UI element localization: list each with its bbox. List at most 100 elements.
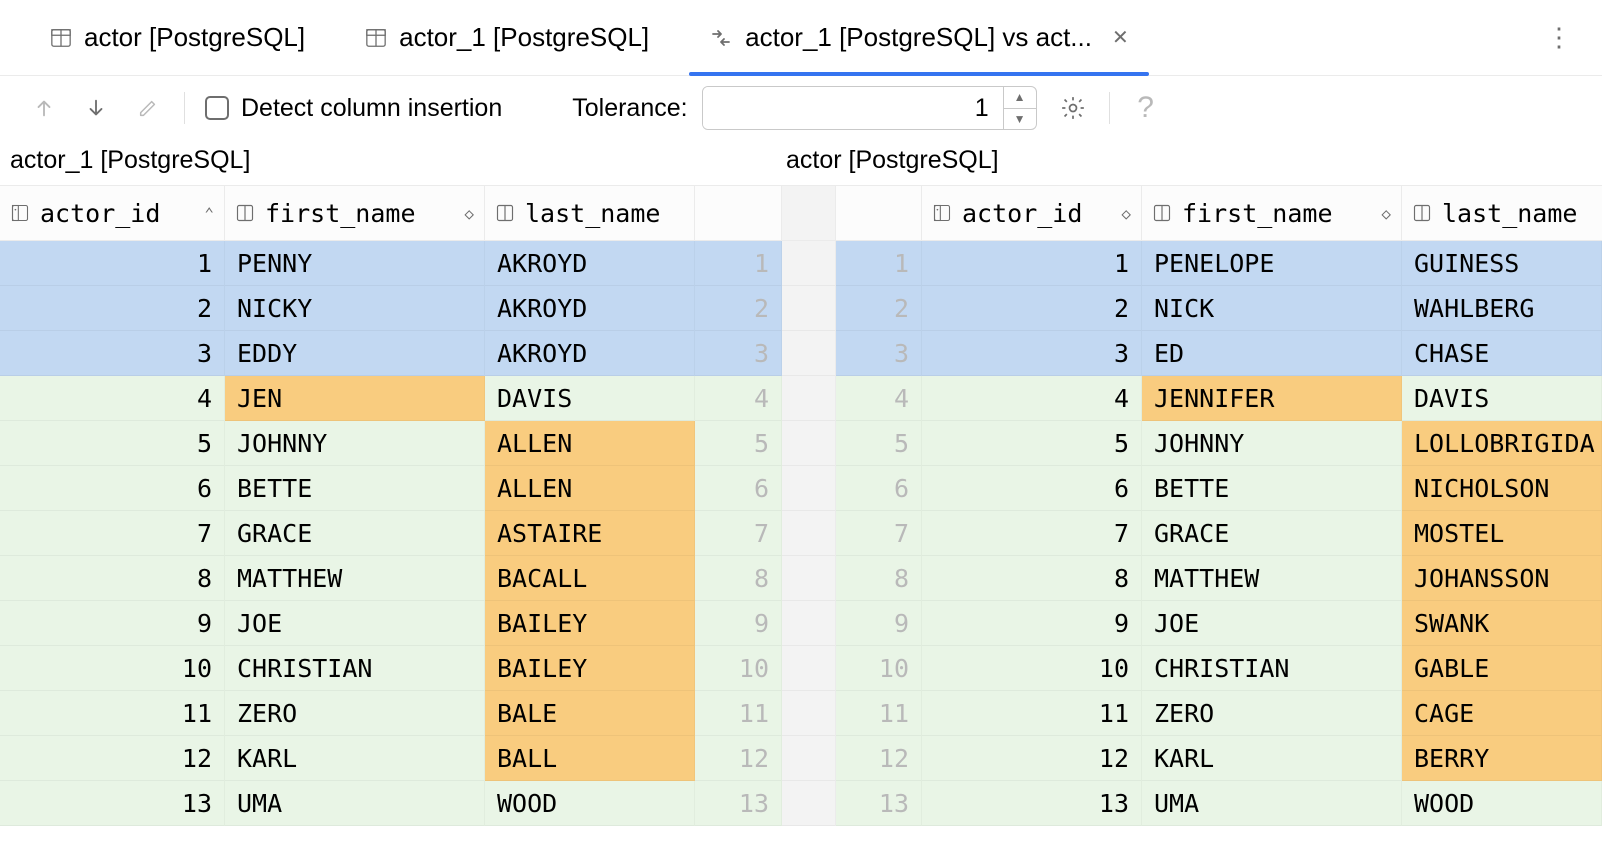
cell-last-name: GABLE bbox=[1402, 646, 1602, 691]
table-row[interactable]: 1PENNYAKROYD111PENELOPEGUINESS bbox=[0, 241, 1602, 286]
row-number-right: 7 bbox=[836, 511, 922, 556]
cell-last-name: WOOD bbox=[1402, 781, 1602, 826]
pane-splitter[interactable] bbox=[782, 736, 836, 781]
table-icon bbox=[50, 27, 72, 49]
column-header-first-name-right[interactable]: first_name ◇ bbox=[1142, 186, 1402, 240]
cell-actor-id: 10 bbox=[922, 646, 1142, 691]
column-header-first-name-left[interactable]: first_name ◇ bbox=[225, 186, 485, 240]
column-header-actor-id-right[interactable]: actor_id ◇ bbox=[922, 186, 1142, 240]
close-icon[interactable]: ✕ bbox=[1104, 25, 1129, 50]
key-column-icon bbox=[932, 203, 952, 223]
row-number-right: 5 bbox=[836, 421, 922, 466]
pane-splitter[interactable] bbox=[782, 601, 836, 646]
cell-last-name: ALLEN bbox=[485, 466, 695, 511]
column-header-actor-id-left[interactable]: actor_id ⌃ bbox=[0, 186, 225, 240]
row-number-left: 8 bbox=[695, 556, 782, 601]
cell-last-name: ALLEN bbox=[485, 421, 695, 466]
cell-first-name: CHRISTIAN bbox=[1142, 646, 1402, 691]
cell-actor-id: 4 bbox=[0, 376, 225, 421]
cell-actor-id: 11 bbox=[0, 691, 225, 736]
pencil-icon bbox=[137, 97, 159, 119]
table-row[interactable]: 2NICKYAKROYD222NICKWAHLBERG bbox=[0, 286, 1602, 331]
pane-splitter[interactable] bbox=[782, 646, 836, 691]
cell-last-name: BACALL bbox=[485, 556, 695, 601]
cell-last-name: DAVIS bbox=[485, 376, 695, 421]
column-label: last_name bbox=[525, 199, 660, 228]
row-number-left: 7 bbox=[695, 511, 782, 556]
stepper-up-button[interactable]: ▲ bbox=[1004, 87, 1036, 109]
pane-titles: actor_1 [PostgreSQL] actor [PostgreSQL] bbox=[0, 140, 1602, 185]
pane-splitter[interactable] bbox=[782, 466, 836, 511]
column-header-last-name-left[interactable]: last_name bbox=[485, 186, 695, 240]
edit-button[interactable] bbox=[132, 92, 164, 124]
pane-splitter[interactable] bbox=[782, 421, 836, 466]
gear-icon bbox=[1060, 95, 1086, 121]
column-label: actor_id bbox=[40, 199, 160, 228]
cell-last-name: ASTAIRE bbox=[485, 511, 695, 556]
tab-bar: actor [PostgreSQL] actor_1 [PostgreSQL] … bbox=[0, 0, 1602, 76]
table-row[interactable]: 6BETTEALLEN666BETTENICHOLSON bbox=[0, 466, 1602, 511]
key-column-icon bbox=[10, 203, 30, 223]
cell-actor-id: 10 bbox=[0, 646, 225, 691]
checkbox-icon bbox=[205, 96, 229, 120]
more-menu-icon[interactable]: ⋮ bbox=[1536, 22, 1582, 53]
sort-asc-icon: ⌃ bbox=[204, 204, 214, 223]
row-number-right: 11 bbox=[836, 691, 922, 736]
row-number-header-right bbox=[836, 186, 922, 240]
pane-splitter[interactable] bbox=[782, 286, 836, 331]
cell-last-name: BAILEY bbox=[485, 646, 695, 691]
pane-splitter[interactable] bbox=[782, 511, 836, 556]
cell-actor-id: 1 bbox=[0, 241, 225, 286]
settings-button[interactable] bbox=[1057, 92, 1089, 124]
row-number-left: 13 bbox=[695, 781, 782, 826]
cell-first-name: JOHNNY bbox=[1142, 421, 1402, 466]
tab-actor[interactable]: actor [PostgreSQL] bbox=[20, 0, 335, 75]
table-row[interactable]: 7GRACEASTAIRE777GRACEMOSTEL bbox=[0, 511, 1602, 556]
cell-first-name: JOE bbox=[1142, 601, 1402, 646]
row-number-left: 4 bbox=[695, 376, 782, 421]
table-row[interactable]: 3EDDYAKROYD333EDCHASE bbox=[0, 331, 1602, 376]
diff-icon bbox=[709, 26, 733, 50]
help-button[interactable]: ? bbox=[1130, 92, 1162, 124]
next-diff-button[interactable] bbox=[80, 92, 112, 124]
pane-splitter[interactable] bbox=[782, 781, 836, 826]
pane-splitter[interactable] bbox=[782, 186, 836, 240]
cell-actor-id: 8 bbox=[922, 556, 1142, 601]
cell-last-name: GUINESS bbox=[1402, 241, 1602, 286]
table-row[interactable]: 11ZEROBALE111111ZEROCAGE bbox=[0, 691, 1602, 736]
tab-actor-1[interactable]: actor_1 [PostgreSQL] bbox=[335, 0, 679, 75]
sort-icon: ◇ bbox=[1121, 204, 1131, 223]
table-row[interactable]: 13UMAWOOD131313UMAWOOD bbox=[0, 781, 1602, 826]
prev-diff-button[interactable] bbox=[28, 92, 60, 124]
row-number-right: 10 bbox=[836, 646, 922, 691]
pane-splitter[interactable] bbox=[782, 556, 836, 601]
pane-splitter[interactable] bbox=[782, 376, 836, 421]
pane-splitter[interactable] bbox=[782, 331, 836, 376]
cell-actor-id: 4 bbox=[922, 376, 1142, 421]
table-row[interactable]: 10CHRISTIANBAILEY101010CHRISTIANGABLE bbox=[0, 646, 1602, 691]
table-row[interactable]: 12KARLBALL121212KARLBERRY bbox=[0, 736, 1602, 781]
row-number-left: 5 bbox=[695, 421, 782, 466]
pane-splitter[interactable] bbox=[782, 691, 836, 736]
tab-diff[interactable]: actor_1 [PostgreSQL] vs act... ✕ bbox=[679, 0, 1159, 75]
stepper-down-button[interactable]: ▼ bbox=[1004, 109, 1036, 130]
cell-first-name: JOE bbox=[225, 601, 485, 646]
row-number-header-left bbox=[695, 186, 782, 240]
row-number-left: 6 bbox=[695, 466, 782, 511]
cell-first-name: GRACE bbox=[1142, 511, 1402, 556]
row-number-right: 4 bbox=[836, 376, 922, 421]
table-row[interactable]: 5JOHNNYALLEN555JOHNNYLOLLOBRIGIDA bbox=[0, 421, 1602, 466]
cell-first-name: NICKY bbox=[225, 286, 485, 331]
column-headers: actor_id ⌃ first_name ◇ last_name actor_… bbox=[0, 185, 1602, 241]
cell-last-name: WAHLBERG bbox=[1402, 286, 1602, 331]
column-header-last-name-right[interactable]: last_name bbox=[1402, 186, 1602, 240]
row-number-left: 11 bbox=[695, 691, 782, 736]
table-row[interactable]: 4JENDAVIS444JENNIFERDAVIS bbox=[0, 376, 1602, 421]
detect-column-insertion-checkbox[interactable]: Detect column insertion bbox=[205, 94, 502, 123]
table-row[interactable]: 9JOEBAILEY999JOESWANK bbox=[0, 601, 1602, 646]
tolerance-input[interactable] bbox=[703, 87, 1003, 129]
table-row[interactable]: 8MATTHEWBACALL888MATTHEWJOHANSSON bbox=[0, 556, 1602, 601]
cell-actor-id: 2 bbox=[922, 286, 1142, 331]
cell-actor-id: 3 bbox=[922, 331, 1142, 376]
pane-splitter[interactable] bbox=[782, 241, 836, 286]
